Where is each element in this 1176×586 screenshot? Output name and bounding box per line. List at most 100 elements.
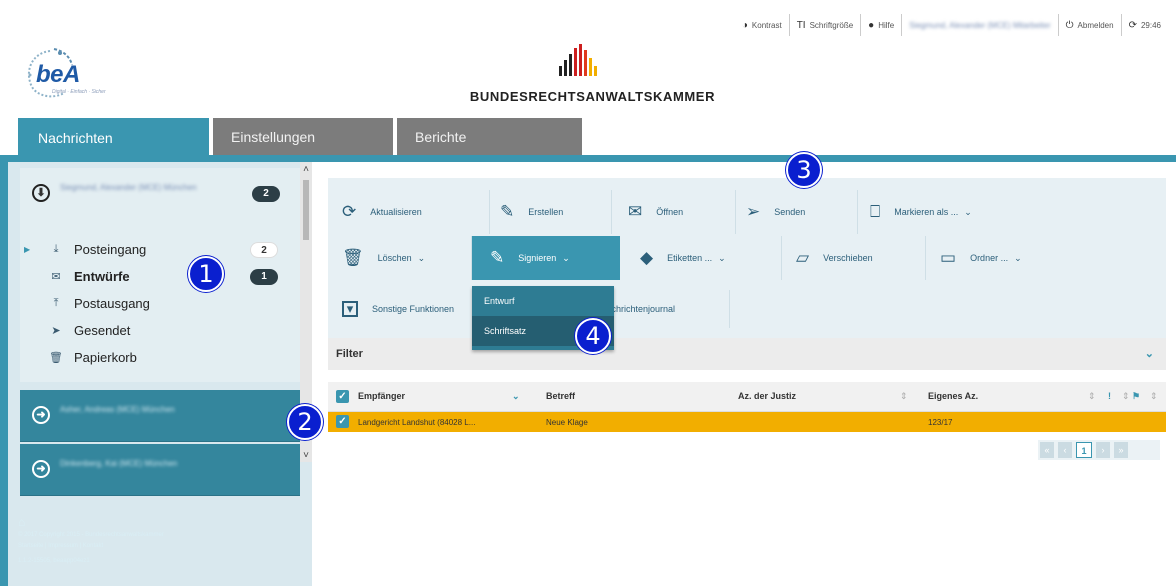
next-page-icon[interactable]: › (1096, 442, 1110, 458)
logout-link[interactable]: ⏻ Abmelden (1059, 14, 1122, 36)
folder-button[interactable]: ▭ Ordner ... ⌄ (940, 236, 1080, 280)
priority-icon[interactable]: ! (1108, 391, 1111, 401)
first-page-icon[interactable]: « (1040, 442, 1054, 458)
column-subject[interactable]: Betreff (546, 391, 575, 401)
folder-label: Papierkorb (74, 350, 137, 365)
session-refresh[interactable]: ⟳ 29:46 (1122, 14, 1168, 36)
footer-links[interactable]: Startseite | Impressum | Kontakt (18, 541, 298, 552)
column-recipient[interactable]: Empfänger (358, 391, 405, 401)
bea-app: beA Digital · Einfach · Sicher BUNDESREC… (0, 0, 1176, 586)
active-account-header[interactable]: ⬇ Siegmund, Alexander (MCE) München 2 (20, 168, 300, 220)
expand-account-icon[interactable]: ➜ (32, 460, 50, 478)
sort-icon[interactable]: ⇕ (900, 391, 908, 402)
contrast-link[interactable]: ◑ Kontrast (735, 14, 790, 36)
help-icon: ● (868, 19, 875, 31)
main-tabs: Nachrichten Einstellungen Berichte (18, 118, 586, 158)
delete-label: Löschen (377, 253, 412, 263)
mark-as-button[interactable]: ⎕ Markieren als ... ⌄ (870, 190, 1050, 234)
annotation-marker-1: 1 (188, 256, 224, 292)
folder-entwuerfe[interactable]: ✉ Entwürfe 1 (20, 263, 300, 290)
move-button[interactable]: ▱ Verschieben (796, 236, 926, 280)
account-item[interactable]: ➜ Dinkenberg, Kai (MCE) München (20, 444, 300, 496)
sign-label: Signieren (518, 253, 557, 263)
chevron-down-icon: ⌄ (718, 252, 726, 263)
envelope-icon: ✉ (628, 202, 643, 221)
prev-page-icon[interactable]: ‹ (1058, 442, 1072, 458)
select-all-checkbox[interactable]: ✓ (336, 390, 349, 403)
scrollbar-thumb[interactable] (303, 180, 309, 240)
filter-bar[interactable]: Filter ⌄ (328, 338, 1166, 370)
user-name-link[interactable]: Siegmund, Alexander (MCE) Mitarbeiter (902, 14, 1059, 36)
tab-nachrichten[interactable]: Nachrichten (18, 118, 209, 158)
open-label: Öffnen (656, 207, 684, 217)
version-text: 1.1.2-15505, beaapp04ez1 (18, 558, 90, 564)
cell-recipient: Landgericht Landshut (84028 L... (358, 418, 476, 427)
bea-logo-text: beA (36, 61, 80, 88)
menu-item-draft[interactable]: Entwurf (472, 286, 614, 316)
open-button[interactable]: ✉ Öffnen (628, 190, 736, 234)
expand-arrow-icon[interactable]: ▶ (24, 245, 30, 254)
message-journal-button[interactable]: Nachrichtenjournal (600, 290, 730, 328)
delete-button[interactable]: 🗑 Löschen ⌄ (342, 236, 472, 280)
folder-gesendet[interactable]: ➤ Gesendet (20, 317, 300, 344)
labels-label: Etiketten ... (667, 253, 713, 263)
column-court-ref[interactable]: Az. der Justiz (738, 391, 796, 401)
sidebar: ⬇ Siegmund, Alexander (MCE) München 2 ▶ … (0, 162, 312, 586)
folder-postausgang[interactable]: ⤒ Postausgang (20, 290, 300, 317)
folder-label: Entwürfe (74, 269, 130, 284)
top-navigation: ◑ Kontrast TI Schriftgröße ● Hilfe Siegm… (735, 14, 1168, 36)
message-toolbar: ⟳ Aktualisieren ✎ Erstellen ✉ Öffnen ➢ S… (328, 178, 1166, 338)
scroll-down-icon[interactable]: ˅ (300, 450, 312, 461)
drafts-icon: ✉ (51, 271, 61, 283)
sort-icon[interactable]: ⇕ (1150, 391, 1158, 402)
other-functions-button[interactable]: ▾ Sonstige Funktionen (342, 290, 492, 328)
chevron-down-icon[interactable]: ⌄ (1145, 347, 1154, 360)
table-row[interactable]: ✓ Landgericht Landshut (84028 L... Neue … (328, 412, 1166, 432)
collapse-account-icon[interactable]: ⬇ (32, 184, 50, 202)
font-size-link[interactable]: TI Schriftgröße (790, 14, 862, 36)
create-label: Erstellen (528, 207, 564, 217)
tab-einstellungen[interactable]: Einstellungen (213, 118, 393, 155)
sort-desc-icon[interactable]: ⌄ (512, 391, 520, 402)
paper-plane-icon: ➢ (746, 202, 761, 221)
folder-label: Gesendet (74, 323, 131, 338)
font-size-label: Schriftgröße (809, 20, 854, 30)
flag-icon[interactable]: ⚑ (1132, 391, 1140, 402)
table-header: ✓ Empfänger ⌄ Betreff Az. der Justiz ⇕ E… (328, 382, 1166, 412)
send-button[interactable]: ➢ Senden (746, 190, 858, 234)
annotation-marker-3: 3 (786, 152, 822, 188)
toolbar-row-1: ⟳ Aktualisieren ✎ Erstellen ✉ Öffnen ➢ S… (328, 190, 1166, 234)
chevron-down-icon: ⌄ (964, 206, 972, 217)
refresh-button[interactable]: ⟳ Aktualisieren (342, 190, 490, 234)
contrast-label: Kontrast (751, 20, 782, 30)
folder-list: ▶ ⤓ Posteingang 2 ✉ Entwürfe 1 ⤒ Postaus… (20, 220, 300, 382)
column-own-ref[interactable]: Eigenes Az. (928, 391, 978, 401)
copyright-text: © 2017 Copyright 2015 - Bundesrechtsanwa… (18, 532, 164, 538)
scroll-up-icon[interactable]: ˄ (300, 164, 312, 175)
sort-icon[interactable]: ⇕ (1088, 391, 1096, 402)
mark-as-label: Markieren als ... (894, 207, 959, 217)
other-functions-label: Sonstige Funktionen (372, 304, 455, 314)
create-button[interactable]: ✎ Erstellen (500, 190, 612, 234)
tab-berichte[interactable]: Berichte (397, 118, 582, 155)
sort-icon[interactable]: ⇕ (1122, 391, 1130, 402)
brak-home-icon[interactable]: ⌂ (18, 516, 298, 528)
sign-button[interactable]: ✎ Signieren ⌄ (472, 236, 620, 280)
labels-button[interactable]: ◆ Etiketten ... ⌄ (630, 236, 782, 280)
send-label: Senden (774, 207, 806, 217)
brak-logo-text: BUNDESRECHTSANWALTSKAMMER (469, 89, 716, 104)
chevron-down-icon: ⌄ (562, 252, 570, 263)
logout-label: Abmelden (1077, 20, 1114, 30)
row-checkbox[interactable]: ✓ (336, 415, 349, 428)
current-page[interactable]: 1 (1076, 442, 1092, 458)
help-link[interactable]: ● Hilfe (861, 14, 903, 36)
pagination: « ‹ 1 › » (1038, 440, 1160, 460)
folder-open-icon: ▱ (796, 248, 810, 267)
last-page-icon[interactable]: » (1114, 442, 1128, 458)
folder-posteingang[interactable]: ▶ ⤓ Posteingang 2 (20, 236, 300, 263)
caret-box-icon: ▾ (342, 301, 358, 317)
expand-account-icon[interactable]: ➜ (32, 406, 50, 424)
account-item[interactable]: ➜ Asher, Andreas (MCE) München (20, 390, 300, 442)
folder-papierkorb[interactable]: 🗑 Papierkorb (20, 344, 300, 371)
account-unread-badge: 2 (252, 186, 280, 202)
